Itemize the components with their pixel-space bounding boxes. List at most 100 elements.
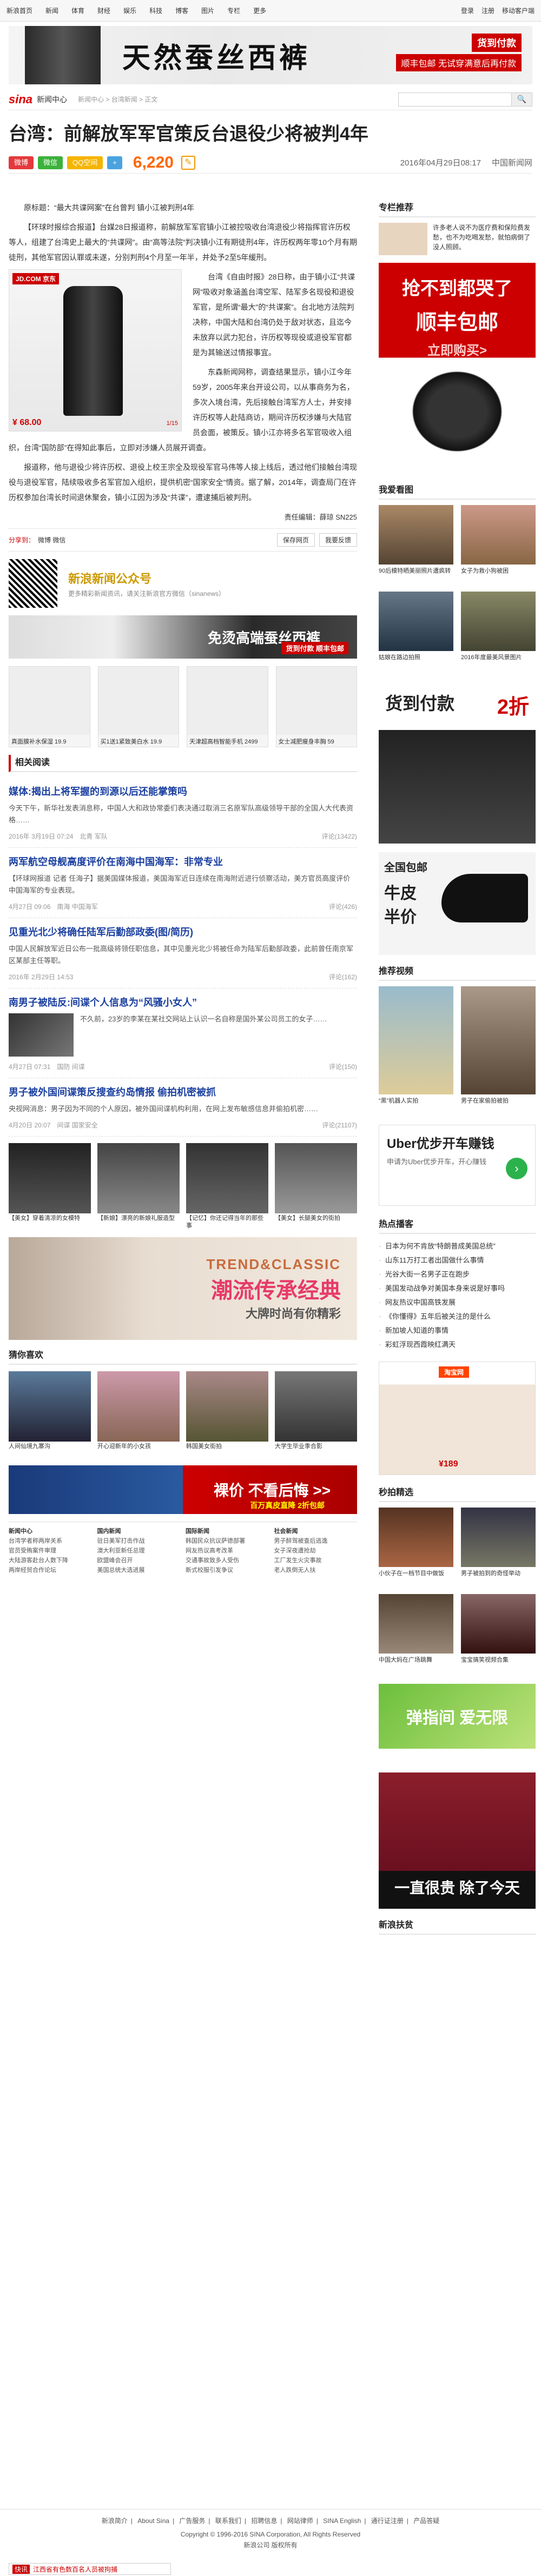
news-title[interactable]: 男子被外国间谍策反搜查约岛情报 偷拍机密被抓 [9, 1085, 357, 1099]
news-comments[interactable]: 评论(21107) [322, 1120, 357, 1130]
channel-name[interactable]: 新闻中心 [37, 94, 67, 105]
footer-link[interactable]: SINA English [323, 2517, 361, 2525]
search-button[interactable]: 🔍 [512, 92, 532, 107]
grid-link[interactable]: 老人跌倒无人扶 [274, 1565, 358, 1575]
photo-cell[interactable]: 90后模特晒美丽照片遭疯转 [379, 505, 453, 584]
save-page-button[interactable]: 保存网页 [276, 533, 315, 547]
nav-item[interactable]: 新浪首页 [6, 6, 32, 15]
grid-heading[interactable]: 社会新闻 [274, 1526, 358, 1536]
news-thumbnail[interactable] [9, 1013, 74, 1057]
grid-heading[interactable]: 国内新闻 [97, 1526, 181, 1536]
fashion-banner-ad[interactable]: TREND&CLASSIC 潮流传承经典 大牌时尚有你精彩 [9, 1237, 357, 1340]
grid-link[interactable]: 交通事故致多人受伤 [186, 1556, 269, 1565]
footer-link[interactable]: 产品答疑 [413, 2517, 439, 2525]
hot-link[interactable]: 新加坡人知道的事情 [379, 1324, 536, 1338]
photo-cell[interactable]: 姑娘在路边拍照 [379, 592, 453, 670]
hot-link[interactable]: 彩虹浮现西霞映红满天 [379, 1338, 536, 1352]
photo-thumb[interactable]: 韩国美女街拍 [186, 1371, 268, 1450]
grid-heading[interactable]: 国际新闻 [186, 1526, 269, 1536]
nav-item[interactable]: 更多 [253, 6, 266, 15]
video-cell[interactable]: 男子在家偷拍被拍 [461, 986, 536, 1114]
top-banner-ad[interactable]: 天然蚕丝西裤 货到付款 顺丰包邮 无试穿满意后再付款 [9, 26, 532, 84]
hot-link[interactable]: 山东11万打工者出国做什么事情 [379, 1253, 536, 1267]
comment-count[interactable]: 6,220 [133, 154, 174, 172]
nav-item[interactable]: 科技 [149, 6, 162, 15]
grid-link[interactable]: 官员受贿案件审理 [9, 1546, 92, 1556]
grid-link[interactable]: 网友热议高考改革 [186, 1546, 269, 1556]
product-thumb[interactable]: 女士减肥瘦身丰胸 59 [275, 666, 357, 747]
photo-thumb[interactable]: 开心迎新年的小女孩 [97, 1371, 180, 1450]
share-weibo-button[interactable]: 微博 [9, 156, 34, 169]
footer-link[interactable]: 招聘信息 [251, 2517, 277, 2525]
news-flash-text[interactable]: 江西省有色数百名人员被拘捕 [33, 2565, 117, 2574]
grid-link[interactable]: 台湾学者称两岸关系 [9, 1536, 92, 1546]
miaopai-cell[interactable]: 男子被拍到的奇怪举动 [461, 1508, 536, 1586]
grid-link[interactable]: 男子醉驾被查后逃逸 [274, 1536, 358, 1546]
hot-link[interactable]: 光谷大街一名男子正在跑步 [379, 1267, 536, 1282]
grid-heading[interactable]: 新闻中心 [9, 1526, 92, 1536]
inline-product-ad[interactable]: JD.COM 京东 ¥ 68.00 1/15 [9, 269, 182, 431]
share-links[interactable]: 微博 微信 [38, 535, 65, 545]
news-title[interactable]: 媒体:揭出上将军握的到源以后还能掌策吗 [9, 784, 357, 798]
news-title[interactable]: 见重光北少将确任陆军后勤部政委(图/简历) [9, 925, 357, 939]
share-qzone-button[interactable]: QQ空间 [67, 156, 103, 169]
news-title[interactable]: 两军航空母舰高度评价在南海中国海军：非常专业 [9, 854, 357, 868]
product-thumb[interactable]: 真面膜补水保湿 19.9 [9, 666, 90, 747]
grid-link[interactable]: 两岸经贸合作论坛 [9, 1565, 92, 1575]
nav-item[interactable]: 博客 [175, 6, 188, 15]
sidebar-ad-wallet[interactable]: 货到付款 2折 [379, 681, 536, 844]
photo-cell[interactable]: 女子为救小狗被困 [461, 505, 536, 584]
nav-item[interactable]: 图片 [201, 6, 214, 15]
grid-link[interactable]: 大陆游客赴台人数下降 [9, 1556, 92, 1565]
uber-ad[interactable]: Uber优步开车赚钱 申请为Uber优步开车，开心赚钱 › [379, 1125, 536, 1206]
sidebar-ad-shoes[interactable]: 全国包邮 牛皮 半价 [379, 852, 536, 955]
column-recommend-item[interactable]: 许多老人说不为医疗费和保险费发愁，也不为吃喝发愁，就怕病倒了没人照顾。 [379, 223, 536, 255]
nav-item[interactable]: 体育 [71, 6, 84, 15]
news-tags[interactable]: 间谍 国家安全 [57, 1120, 97, 1130]
photo-thumb[interactable]: 大学生毕业季合影 [275, 1371, 357, 1450]
article-source[interactable]: 中国新闻网 [492, 157, 532, 168]
product-thumb[interactable]: 买1送1紧致美白水 19.9 [97, 666, 179, 747]
footer-link[interactable]: 网站律师 [287, 2517, 313, 2525]
sidebar-ad-shirt[interactable]: 一直很贵 除了今天 [379, 1757, 536, 1909]
sidebar-ad-belt[interactable]: 抢不到都哭了 顺丰包邮 立即购买> [379, 263, 536, 474]
taobao-ad[interactable]: 淘宝网 ¥189 [379, 1362, 536, 1475]
hot-link[interactable]: 网友热议中国高铁发展 [379, 1296, 536, 1310]
news-tags[interactable]: 北青 军队 [80, 832, 107, 841]
feedback-button[interactable]: 我要反馈 [319, 533, 357, 547]
nav-item[interactable]: 新闻 [45, 6, 58, 15]
footer-link[interactable]: About Sina [137, 2517, 169, 2525]
grid-link[interactable]: 澳大利亚新任总理 [97, 1546, 181, 1556]
footer-link[interactable]: 新浪简介 [102, 2517, 128, 2525]
nav-item[interactable]: 财经 [97, 6, 110, 15]
grid-link[interactable]: 女子深夜遭抢劫 [274, 1546, 358, 1556]
mobile-client-link[interactable]: 移动客户端 [502, 6, 535, 15]
news-tags[interactable]: 南海 中国海军 [57, 902, 97, 911]
nav-item[interactable]: 专栏 [227, 6, 240, 15]
photo-thumb[interactable]: 【新娘】漂亮的新娘礼服造型 [97, 1143, 180, 1221]
breadcrumb[interactable]: 新闻中心 > 台湾新闻 > 正文 [78, 95, 157, 104]
footer-link[interactable]: 联系我们 [215, 2517, 241, 2525]
arrow-right-icon[interactable]: › [506, 1158, 527, 1179]
footer-link[interactable]: 通行证注册 [371, 2517, 404, 2525]
bottom-banner-ad[interactable]: 裸价 不看后悔 >> 百万真皮直降 2折包邮 [9, 1465, 357, 1514]
miaopai-cell[interactable]: 宝宝搞笑视频合集 [461, 1594, 536, 1673]
news-comments[interactable]: 评论(13422) [322, 832, 357, 841]
grid-link[interactable]: 工厂发生火灾事故 [274, 1556, 358, 1565]
video-cell[interactable]: “黑”机器人实拍 [379, 986, 453, 1114]
grid-link[interactable]: 美国总统大选进展 [97, 1565, 181, 1575]
sina-logo[interactable]: sina [9, 92, 32, 107]
hot-link[interactable]: 美国发动战争对美国本身来说是好事吗 [379, 1282, 536, 1296]
register-link[interactable]: 注册 [481, 6, 494, 15]
hot-link[interactable]: 《你懂得》五年后被关注的是什么 [379, 1310, 536, 1324]
login-link[interactable]: 登录 [461, 6, 474, 15]
photo-thumb[interactable]: 【美女】长腿美女的街拍 [275, 1143, 357, 1221]
grid-link[interactable]: 驻日美军打击作战 [97, 1536, 181, 1546]
news-comments[interactable]: 评论(426) [329, 902, 357, 911]
miaopai-cell[interactable]: 中国大妈在广场跳舞 [379, 1594, 453, 1673]
grid-link[interactable]: 欧盟峰会召开 [97, 1556, 181, 1565]
photo-thumb[interactable]: 【美女】穿着清凉的女模特 [9, 1143, 91, 1221]
news-comments[interactable]: 评论(150) [329, 1062, 357, 1071]
news-tags[interactable]: 国防 间谍 [57, 1062, 84, 1071]
grid-link[interactable]: 新式校服引发争议 [186, 1565, 269, 1575]
